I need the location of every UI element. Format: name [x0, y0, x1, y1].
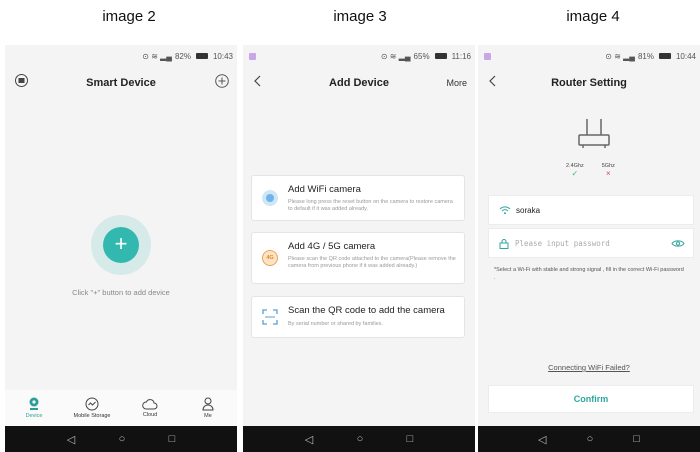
page-title: Router Setting	[551, 77, 627, 89]
status-bar: ⊙ ≋ ▂▄ 81% 10:44	[478, 45, 700, 67]
wifi-icon	[499, 206, 511, 215]
password-field[interactable]: Please input password	[488, 228, 694, 258]
phone-add-device: ⊙ ≋ ▂▄ 65% 11:16 Add Device More Add WiF…	[243, 45, 475, 452]
status-bar: ⊙ ≋ ▂▄ 82% 10:43	[5, 45, 237, 67]
band-5ghz: 5Ghz ×	[602, 163, 615, 178]
tab-label: Device	[25, 413, 43, 419]
empty-hint: Click "+" button to add device	[72, 288, 170, 297]
tab-device[interactable]: Device	[9, 397, 59, 419]
password-placeholder: Please input password	[515, 238, 610, 248]
tab-label: Mobile Storage	[73, 413, 111, 419]
card-description: By serial number or shared by families.	[288, 321, 384, 327]
card-description: Please long press the reset button on th…	[288, 199, 453, 213]
scan-qr-card[interactable]: Scan the QR code to add the camera By se…	[251, 296, 465, 338]
menu-icon[interactable]	[15, 74, 28, 92]
top-nav: Router Setting	[478, 67, 700, 99]
add-device-halo: +	[91, 215, 151, 275]
caption-image-2: image 2	[102, 8, 156, 25]
page-title: Add Device	[329, 77, 389, 89]
battery-level: 81%	[637, 51, 654, 61]
confirm-button[interactable]: Confirm	[488, 385, 694, 413]
notification-dot	[484, 53, 491, 60]
back-icon[interactable]: ◁	[67, 433, 75, 446]
more-button[interactable]: More	[446, 78, 467, 88]
caption-image-3: image 3	[333, 8, 387, 25]
cloud-icon	[142, 399, 158, 410]
home-icon[interactable]: ○	[119, 433, 126, 445]
system-nav-bar: ◁ ○ □	[478, 426, 700, 452]
caption-image-4: image 4	[566, 8, 620, 25]
cross-icon: ×	[605, 169, 611, 178]
tab-label: Cloud	[142, 412, 158, 418]
signal-icons: ⊙ ≋ ▂▄	[380, 51, 411, 61]
lock-icon	[499, 238, 509, 249]
add-device-button[interactable]: +	[103, 227, 139, 263]
tab-label: Me	[204, 413, 212, 419]
battery-icon	[195, 53, 208, 59]
top-nav: Add Device More	[243, 67, 475, 99]
top-nav: Smart Device	[5, 67, 237, 99]
recents-icon[interactable]: □	[633, 433, 640, 445]
clock: 10:44	[675, 51, 696, 61]
check-icon: ✓	[571, 169, 579, 178]
back-icon[interactable]: ◁	[305, 433, 313, 446]
tab-mobile-storage[interactable]: Mobile Storage	[67, 397, 117, 419]
status-bar: ⊙ ≋ ▂▄ 65% 11:16	[243, 45, 475, 67]
screenshot-collage: image 2 image 3 image 4 ⊙ ≋ ▂▄ 82% 10:43…	[0, 0, 700, 452]
band-indicators: 2.4Ghz ✓ 5Ghz ×	[566, 163, 615, 178]
wifi-camera-icon	[262, 190, 278, 206]
card-title: Add 4G / 5G camera	[288, 241, 376, 252]
wifi-ssid-field[interactable]: soraka	[488, 195, 694, 225]
system-nav-bar: ◁ ○ □	[5, 426, 237, 452]
wifi-note: *Select a Wi-Fi with stable and strong s…	[494, 267, 684, 281]
recents-icon[interactable]: □	[407, 433, 414, 445]
notification-dot	[249, 53, 256, 60]
router-icon	[576, 115, 612, 156]
back-arrow-icon[interactable]	[488, 74, 498, 93]
band-2-4ghz: 2.4Ghz ✓	[566, 163, 584, 178]
phone-router-setting: ⊙ ≋ ▂▄ 81% 10:44 Router Setting 2.4Ghz ✓	[478, 45, 700, 452]
clock: 10:43	[212, 51, 233, 61]
recents-icon[interactable]: □	[169, 433, 176, 445]
home-icon[interactable]: ○	[587, 433, 594, 445]
tab-me[interactable]: Me	[183, 397, 233, 419]
back-arrow-icon[interactable]	[253, 74, 263, 93]
signal-icons: ⊙ ≋ ▂▄	[142, 51, 172, 61]
card-title: Add WiFi camera	[288, 184, 361, 195]
battery-level: 65%	[413, 51, 430, 61]
back-icon[interactable]: ◁	[538, 433, 546, 446]
add-circle-icon[interactable]	[215, 74, 229, 90]
ssid-value: soraka	[516, 205, 541, 215]
eye-icon[interactable]	[671, 239, 685, 248]
phone-smart-device: ⊙ ≋ ▂▄ 82% 10:43 Smart Device + Click "+…	[5, 45, 237, 452]
qr-scan-icon	[262, 309, 278, 325]
page-title: Smart Device	[86, 77, 156, 89]
tab-cloud[interactable]: Cloud	[125, 398, 175, 418]
system-nav-bar: ◁ ○ □	[243, 426, 475, 452]
add-wifi-camera-card[interactable]: Add WiFi camera Please long press the re…	[251, 175, 465, 221]
card-description: Please scan the QR code attached to the …	[288, 256, 456, 270]
bottom-tab-bar: Device Mobile Storage Cloud Me	[5, 390, 237, 426]
battery-level: 82%	[174, 51, 191, 61]
battery-icon	[658, 53, 671, 59]
card-title: Scan the QR code to add the camera	[288, 305, 445, 316]
camera-icon	[29, 397, 39, 410]
add-4g-camera-card[interactable]: 4G Add 4G / 5G camera Please scan the QR…	[251, 232, 465, 284]
clock: 11:16	[451, 51, 471, 61]
home-icon[interactable]: ○	[357, 433, 364, 445]
signal-icons: ⊙ ≋ ▂▄	[605, 51, 635, 61]
battery-icon	[434, 53, 447, 59]
connecting-failed-link[interactable]: Connecting WiFi Failed?	[478, 363, 700, 372]
4g-icon: 4G	[262, 250, 278, 266]
storage-icon	[85, 397, 99, 411]
person-icon	[202, 397, 214, 411]
